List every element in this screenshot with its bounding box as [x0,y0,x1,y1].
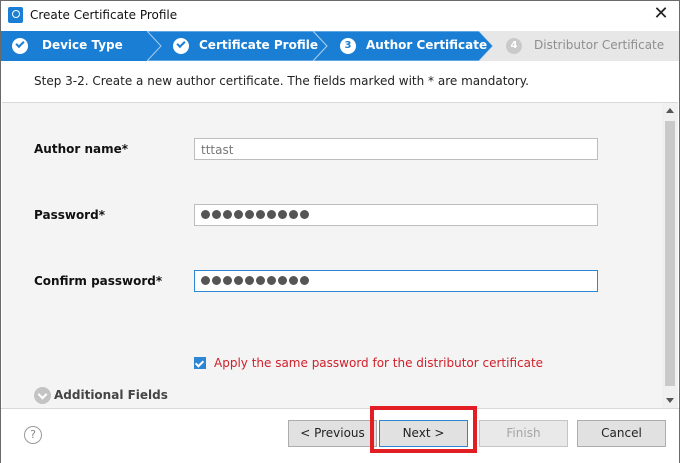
scroll-down-icon[interactable] [666,398,674,403]
step-label: Certificate Profile [199,38,318,52]
scroll-thumb[interactable] [665,121,675,386]
step-label: Distributor Certificate [534,38,665,52]
author-name-field[interactable]: tttast [194,138,598,160]
window-title: Create Certificate Profile [30,8,178,22]
confirm-password-label: Confirm password* [34,274,163,288]
title-bar: Create Certificate Profile ✕ [1,1,679,30]
close-icon[interactable]: ✕ [651,4,671,24]
check-icon [12,38,28,54]
vertical-scrollbar[interactable] [662,103,678,408]
step-device-type: Device Type [1,31,161,61]
password-field[interactable] [194,204,598,226]
next-button-highlight [370,406,477,453]
password-label: Password* [34,208,105,222]
check-icon [173,38,189,54]
additional-fields-toggle[interactable]: Additional Fields [54,388,168,402]
apply-same-password-checkbox[interactable] [194,357,206,369]
cancel-button[interactable]: Cancel [577,420,666,447]
password-mask [201,210,309,219]
step-label: Device Type [42,38,123,52]
step-author-certificate: 3 Author Certificate [313,31,493,61]
confirm-password-field[interactable] [194,270,598,292]
step-label: Author Certificate [366,38,488,52]
step-description: Step 3-2. Create a new author certificat… [34,74,529,88]
step-distributor-certificate: 4 Distributor Certificate [479,31,679,61]
help-icon[interactable]: ? [24,426,42,444]
scroll-up-icon[interactable] [666,108,674,113]
dialog-window: Create Certificate Profile ✕ Device Type… [0,0,680,463]
step-certificate-profile: Certificate Profile [147,31,327,61]
step-number-icon: 3 [340,38,356,54]
chevron-down-icon[interactable] [34,387,51,404]
apply-same-password-label[interactable]: Apply the same password for the distribu… [214,356,543,370]
confirm-password-mask [201,276,309,285]
step-number-icon: 4 [506,38,522,54]
button-bar: ? < Previous Next > Finish Cancel [1,408,679,463]
author-name-value: tttast [201,143,234,157]
certificate-app-icon [8,7,23,23]
previous-button[interactable]: < Previous [288,420,377,447]
wizard-steps: Device Type Certificate Profile 3 Author… [1,31,679,61]
author-name-label: Author name* [34,142,129,156]
finish-button: Finish [479,420,568,447]
